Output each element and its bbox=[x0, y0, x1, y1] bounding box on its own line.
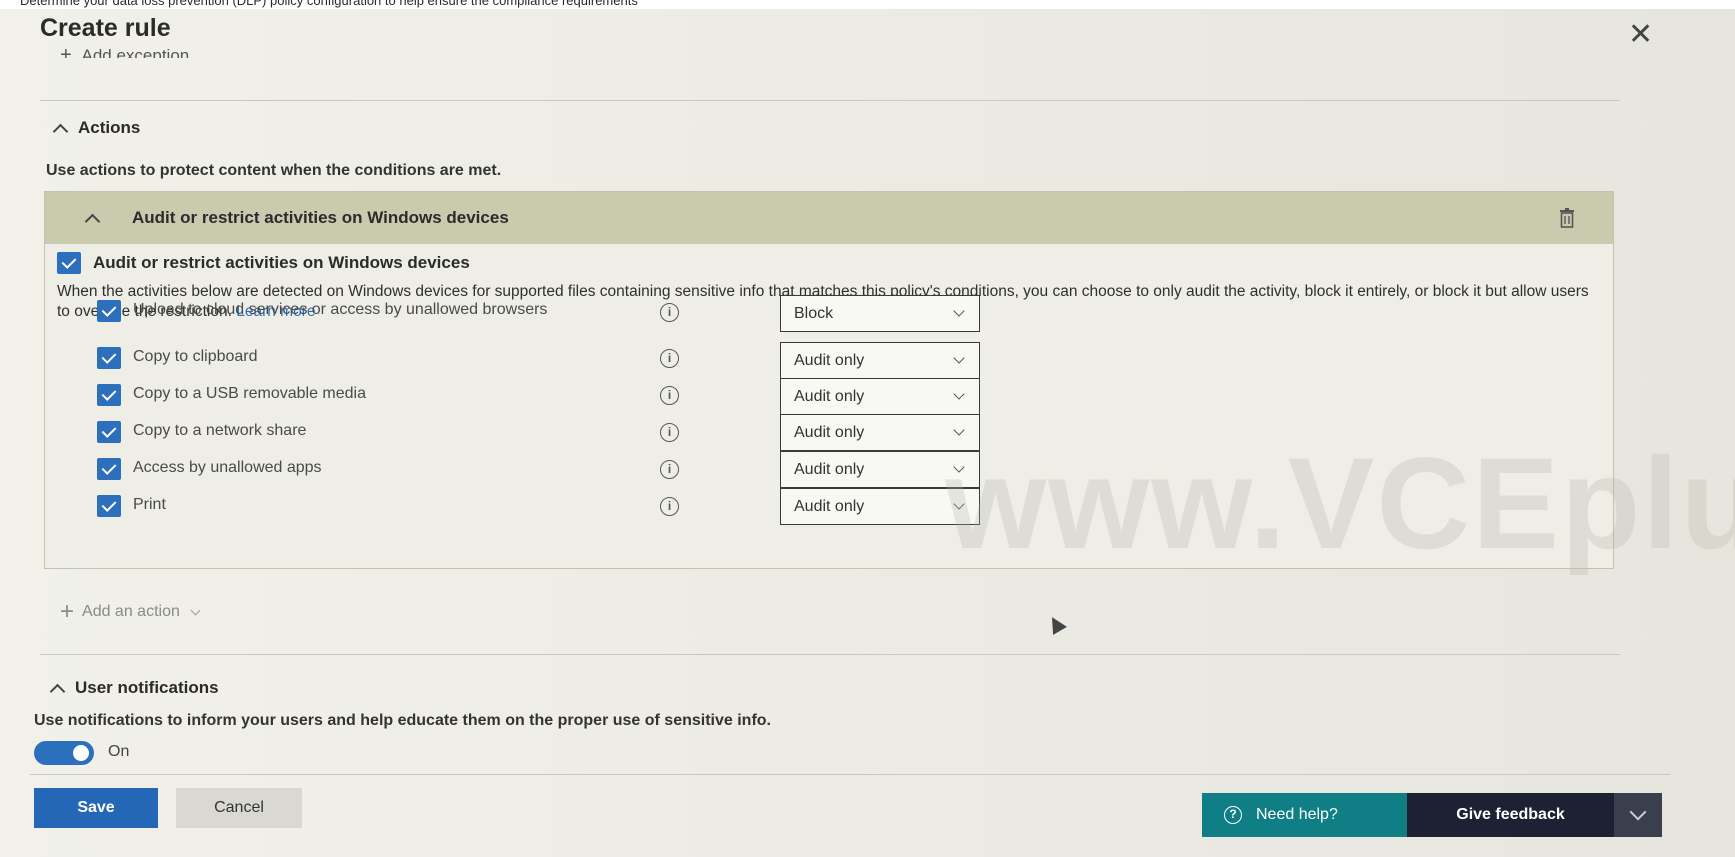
activity-row: Access by unallowed apps bbox=[97, 458, 603, 480]
plus-icon: + bbox=[60, 44, 72, 58]
chevron-up-icon bbox=[52, 123, 69, 139]
activity-action-dropdown[interactable]: Audit only bbox=[780, 378, 980, 415]
mouse-cursor-icon bbox=[1045, 613, 1067, 635]
notifications-section-title: User notifications bbox=[75, 678, 219, 697]
activity-label: Copy to a USB removable media bbox=[133, 385, 366, 402]
need-help-label: Need help? bbox=[1256, 806, 1338, 823]
help-feedback-bar: ? Need help? Give feedback bbox=[1202, 793, 1662, 837]
divider bbox=[40, 100, 1620, 101]
notifications-toggle-label: On bbox=[108, 743, 130, 760]
main-checkbox-label: Audit or restrict activities on Windows … bbox=[93, 253, 470, 272]
top-strip-text: Determine your data loss prevention (DLP… bbox=[20, 0, 638, 8]
chevron-down-icon bbox=[953, 498, 965, 510]
info-circle-icon[interactable]: i bbox=[660, 460, 679, 479]
add-action-label: Add an action bbox=[82, 603, 180, 620]
activity-action-dropdown[interactable]: Audit only bbox=[780, 488, 980, 525]
notifications-description: Use notifications to inform your users a… bbox=[34, 712, 771, 729]
activity-checkbox[interactable] bbox=[97, 421, 121, 443]
info-circle-icon[interactable]: i bbox=[660, 386, 679, 405]
main-activity-checkbox-row[interactable]: Audit or restrict activities on Windows … bbox=[57, 252, 470, 274]
dropdown-selected-value: Audit only bbox=[794, 423, 865, 441]
add-exception-label: Add exception bbox=[81, 46, 190, 58]
activity-label: Copy to clipboard bbox=[133, 348, 258, 365]
add-action-button[interactable]: + Add an action bbox=[60, 598, 201, 626]
divider bbox=[40, 654, 1620, 655]
save-button[interactable]: Save bbox=[34, 788, 158, 828]
chevron-down-icon bbox=[953, 461, 965, 473]
activity-action-dropdown[interactable]: Audit only bbox=[780, 342, 980, 379]
activity-label: Print bbox=[133, 496, 166, 513]
info-circle-icon[interactable]: i bbox=[660, 423, 679, 442]
chevron-up-icon bbox=[84, 213, 101, 229]
need-help-button[interactable]: ? Need help? bbox=[1202, 793, 1407, 837]
chevron-down-icon bbox=[190, 605, 201, 615]
cancel-button[interactable]: Cancel bbox=[176, 788, 302, 828]
activity-row: Copy to a USB removable media bbox=[97, 384, 603, 406]
actions-section-toggle[interactable]: Actions bbox=[52, 118, 141, 139]
action-card-header[interactable]: Audit or restrict activities on Windows … bbox=[45, 192, 1613, 244]
dropdown-selected-value: Audit only bbox=[794, 497, 865, 515]
activity-label: Access by unallowed apps bbox=[133, 459, 322, 476]
activity-checkbox[interactable] bbox=[97, 347, 121, 369]
notifications-section-toggle[interactable]: User notifications bbox=[49, 678, 219, 699]
activity-row: Copy to a network share bbox=[97, 421, 603, 443]
divider bbox=[30, 774, 1670, 775]
activity-row: Upload to cloud services or access by un… bbox=[97, 300, 603, 322]
activity-action-dropdown[interactable]: Audit only bbox=[780, 451, 980, 488]
activity-checkbox[interactable] bbox=[97, 300, 121, 322]
activity-label: Upload to cloud services or access by un… bbox=[133, 301, 548, 318]
dropdown-selected-value: Audit only bbox=[794, 351, 865, 369]
chevron-down-icon bbox=[953, 305, 965, 317]
activity-action-dropdown[interactable]: Block bbox=[780, 295, 980, 332]
notifications-toggle[interactable] bbox=[34, 741, 94, 765]
activity-row: Copy to clipboard bbox=[97, 347, 603, 369]
top-instruction-strip: Determine your data loss prevention (DLP… bbox=[0, 0, 1735, 9]
checkbox-checked[interactable] bbox=[57, 252, 81, 274]
info-circle-icon[interactable]: i bbox=[660, 497, 679, 516]
action-card-windows-devices: Audit or restrict activities on Windows … bbox=[44, 191, 1614, 569]
info-circle-icon[interactable]: i bbox=[660, 303, 679, 322]
create-rule-panel: Determine your data loss prevention (DLP… bbox=[0, 0, 1735, 857]
question-circle-icon: ? bbox=[1224, 806, 1242, 824]
add-exception-button[interactable]: + Add exception bbox=[60, 44, 189, 58]
chevron-down-icon[interactable] bbox=[1614, 793, 1662, 837]
activity-checkbox[interactable] bbox=[97, 384, 121, 406]
chevron-down-icon bbox=[953, 352, 965, 364]
actions-description: Use actions to protect content when the … bbox=[46, 162, 502, 179]
activity-row: Print bbox=[97, 495, 603, 517]
close-icon[interactable]: ✕ bbox=[1628, 20, 1653, 50]
give-feedback-button[interactable]: Give feedback bbox=[1407, 793, 1614, 837]
activity-checkbox[interactable] bbox=[97, 458, 121, 480]
chevron-down-icon bbox=[953, 388, 965, 400]
chevron-down-icon bbox=[953, 424, 965, 436]
page-title: Create rule bbox=[40, 14, 171, 42]
dropdown-selected-value: Audit only bbox=[794, 460, 865, 478]
activity-action-dropdown[interactable]: Audit only bbox=[780, 414, 980, 451]
action-card-header-title: Audit or restrict activities on Windows … bbox=[132, 208, 509, 227]
dropdown-selected-value: Audit only bbox=[794, 387, 865, 405]
actions-section-title: Actions bbox=[78, 118, 141, 137]
info-circle-icon[interactable]: i bbox=[660, 349, 679, 368]
activity-label: Copy to a network share bbox=[133, 422, 307, 439]
plus-icon: + bbox=[60, 598, 75, 625]
activity-checkbox[interactable] bbox=[97, 495, 121, 517]
trash-icon[interactable] bbox=[1559, 208, 1575, 228]
dropdown-selected-value: Block bbox=[794, 304, 834, 322]
chevron-up-icon bbox=[49, 683, 66, 699]
